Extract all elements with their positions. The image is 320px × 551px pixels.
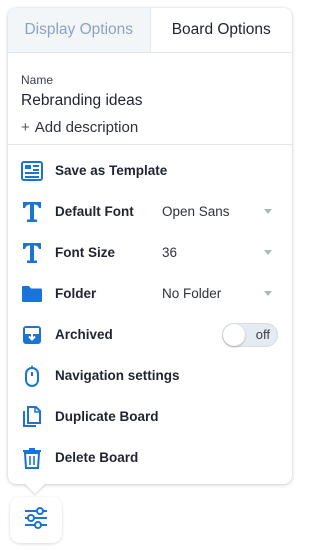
font-icon <box>21 200 43 224</box>
default-font-label: Default Font <box>55 204 134 219</box>
font-size-select[interactable]: Font Size 36 <box>8 232 292 273</box>
folder-icon <box>21 282 43 306</box>
tab-board-options[interactable]: Board Options <box>150 8 292 52</box>
mouse-icon <box>21 364 43 388</box>
save-as-template-label: Save as Template <box>55 163 168 178</box>
font-size-icon <box>21 241 43 265</box>
navigation-settings-button[interactable]: Navigation settings <box>8 355 292 396</box>
options-tabs: Display Options Board Options <box>8 8 292 53</box>
archived-label: Archived <box>55 327 113 342</box>
font-size-value: 36 <box>162 245 178 260</box>
tab-display-options[interactable]: Display Options <box>8 8 151 52</box>
plus-icon: + <box>21 119 30 136</box>
tab-board-options-label: Board Options <box>171 21 271 38</box>
archive-icon <box>21 323 43 347</box>
archived-toggle[interactable]: off <box>222 322 278 347</box>
folder-value: No Folder <box>162 286 222 301</box>
archived-row: Archived off <box>8 314 292 355</box>
duplicate-icon <box>21 405 43 429</box>
save-as-template-button[interactable]: Save as Template <box>8 150 292 191</box>
folder-select[interactable]: Folder No Folder <box>8 273 292 314</box>
trash-icon <box>21 446 43 470</box>
board-name-field[interactable]: Rebranding ideas <box>21 92 279 110</box>
delete-board-label: Delete Board <box>55 450 139 465</box>
add-description-button[interactable]: + Add description <box>21 119 279 136</box>
toggle-knob <box>223 323 245 346</box>
toggle-state-text: off <box>255 326 270 342</box>
board-options-panel: Display Options Board Options Name Rebra… <box>8 8 292 484</box>
default-font-select[interactable]: Default Font Open Sans <box>8 191 292 232</box>
template-icon <box>21 159 43 183</box>
name-label: Name <box>21 73 54 87</box>
font-size-label: Font Size <box>55 245 115 260</box>
board-settings-button[interactable] <box>10 497 62 543</box>
navigation-settings-label: Navigation settings <box>55 368 180 383</box>
chevron-down-icon <box>264 209 272 214</box>
duplicate-board-button[interactable]: Duplicate Board <box>8 396 292 437</box>
chevron-down-icon <box>264 291 272 296</box>
sliders-icon <box>24 506 48 534</box>
chevron-down-icon <box>264 250 272 255</box>
board-name-section: Name Rebranding ideas + Add description <box>8 53 292 145</box>
tab-display-options-label: Display Options <box>24 21 134 38</box>
default-font-value: Open Sans <box>162 204 230 219</box>
add-description-label: Add description <box>34 119 139 136</box>
delete-board-button[interactable]: Delete Board <box>8 437 292 478</box>
folder-label: Folder <box>55 286 97 301</box>
duplicate-board-label: Duplicate Board <box>55 409 159 424</box>
